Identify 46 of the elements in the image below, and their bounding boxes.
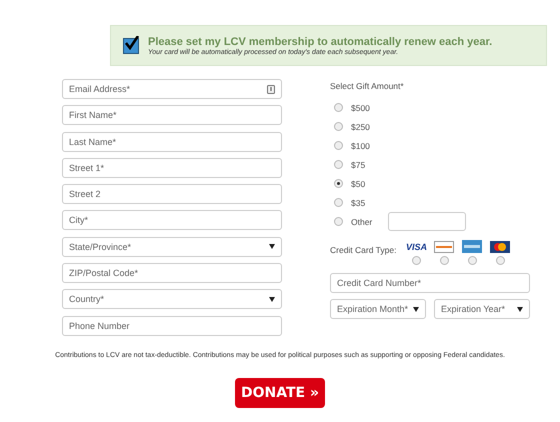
input-field[interactable]: ZIP/Postal Code* (62, 263, 282, 284)
dropdown[interactable]: State/Province* (62, 236, 282, 257)
radio-button[interactable] (334, 141, 343, 150)
radio-button[interactable] (468, 256, 477, 265)
dropdown[interactable]: Country* (62, 289, 282, 310)
radio-button[interactable] (412, 256, 421, 265)
input-field[interactable]: Street 2 (62, 184, 282, 204)
input-field[interactable]: Email Address* (62, 79, 282, 99)
radio-button[interactable] (334, 160, 343, 169)
caret-icon (413, 306, 419, 312)
amount-label: $500 (351, 102, 370, 112)
amount-label: $100 (351, 140, 370, 150)
input-field[interactable]: Phone Number (62, 316, 282, 336)
input-field[interactable] (388, 212, 466, 231)
renewal-title: Please set my LCV membership to automatically renew each year. (148, 36, 492, 48)
caret-icon (269, 244, 275, 250)
dropdown[interactable]: Expiration Year* (434, 299, 530, 319)
radio-button[interactable] (334, 198, 343, 207)
radio-button[interactable] (334, 217, 343, 226)
card-logo-icon (490, 240, 510, 252)
dropdown[interactable]: Expiration Month* (330, 299, 426, 319)
radio-button[interactable] (496, 256, 505, 265)
radio-button[interactable] (334, 179, 343, 188)
amount-label: $75 (351, 160, 366, 170)
card-logo-icon (434, 240, 454, 252)
radio-button[interactable] (334, 122, 343, 131)
caret-icon (517, 306, 523, 312)
gift-amount-label: Select Gift Amount* (330, 81, 405, 91)
input-field[interactable]: City* (62, 210, 282, 230)
checkbox[interactable] (123, 38, 139, 54)
radio-button[interactable] (440, 256, 449, 265)
input-field[interactable]: Last Name* (62, 132, 282, 152)
input-field[interactable]: Credit Card Number* (330, 273, 530, 293)
card-logo-icon (462, 240, 482, 253)
amount-label: $35 (351, 198, 366, 208)
amount-label: $250 (351, 122, 370, 132)
input-field[interactable]: First Name* (62, 105, 282, 126)
radio-button[interactable] (334, 103, 343, 112)
donate-button[interactable]: DONATE » (235, 378, 325, 408)
amount-label: Other (351, 216, 372, 226)
input-field[interactable]: Street 1* (62, 158, 282, 178)
autofill-icon[interactable] (267, 84, 275, 94)
caret-icon (269, 296, 275, 302)
card-logo: VISA (406, 240, 427, 253)
amount-label: $50 (351, 178, 366, 188)
card-type-label: Credit Card Type: (330, 245, 396, 257)
